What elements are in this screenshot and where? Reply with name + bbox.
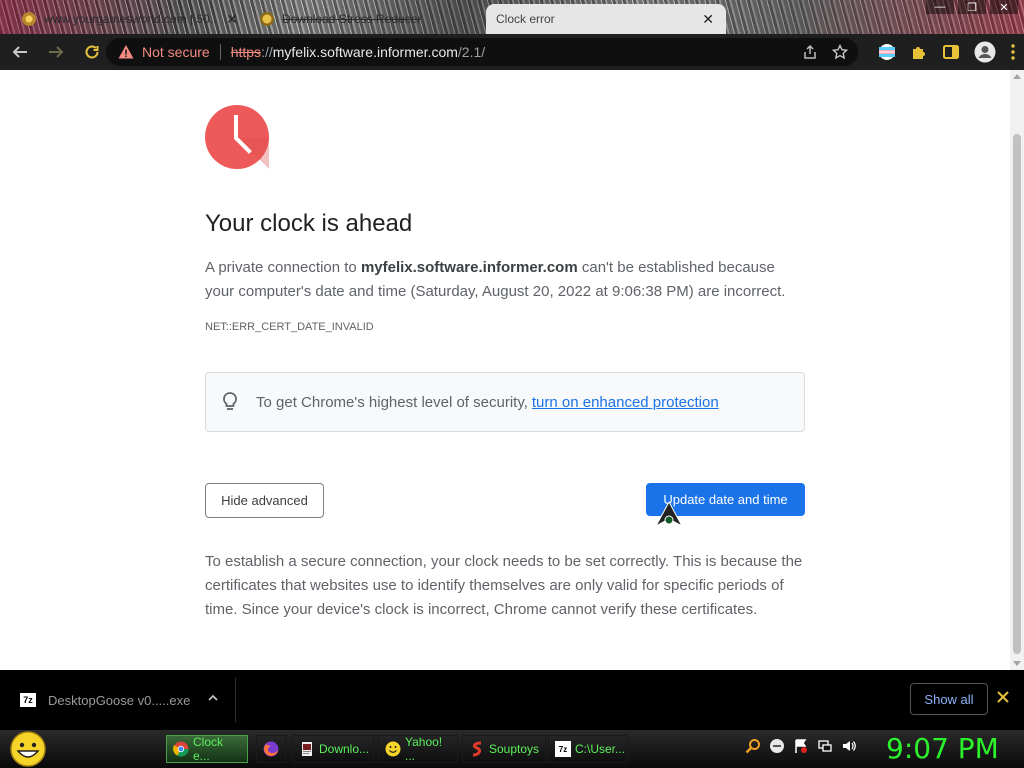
tab-strip: www.yourgamesworld.com | 50... ✕ Downloa… — [0, 0, 1024, 34]
close-tab-icon[interactable]: ✕ — [702, 11, 714, 28]
reload-icon — [85, 45, 99, 59]
reload-button[interactable] — [76, 36, 108, 68]
download-item[interactable]: 7z DesktopGoose v0.....exe — [0, 678, 236, 722]
enhanced-protection-promo: To get Chrome's highest level of securit… — [205, 372, 805, 432]
network-icon[interactable] — [817, 738, 833, 754]
hide-advanced-button[interactable]: Hide advanced — [205, 483, 324, 518]
action-center-flag-icon[interactable] — [793, 738, 809, 754]
close-download-bar-icon[interactable] — [996, 690, 1010, 704]
explanation-host: myfelix.software.informer.com — [360, 259, 578, 276]
enhanced-protection-link[interactable]: turn on enhanced protection — [532, 394, 719, 411]
task-label: Downlo... — [319, 742, 370, 756]
tab-title: Clock error — [496, 12, 555, 26]
mouse-cursor-icon — [654, 500, 684, 528]
chevron-up-icon[interactable] — [207, 692, 219, 704]
advanced-details: To establish a secure connection, your c… — [205, 553, 803, 618]
souptoys-icon — [472, 741, 482, 757]
browser-toolbar: Not secure https :// myfelix.software.in… — [0, 34, 1024, 70]
download-bar: 7z DesktopGoose v0.....exe Show all — [0, 670, 1024, 730]
explanation-prefix: A private connection to — [205, 259, 361, 276]
tab-title: www.yourgamesworld.com | 50... — [44, 12, 217, 26]
show-all-downloads-button[interactable]: Show all — [910, 683, 988, 715]
taskbar-item-download[interactable]: Downlo... — [292, 735, 374, 763]
protection-text: To get Chrome's highest level of securit… — [256, 393, 528, 411]
error-page: Your clock is ahead A private connection… — [0, 70, 1024, 670]
address-bar[interactable]: Not secure https :// myfelix.software.in… — [106, 38, 858, 66]
system-tray — [745, 738, 857, 754]
taskbar-item-yahoo[interactable]: Yahoo! ... — [378, 735, 458, 763]
maximize-icon[interactable]: ❐ — [958, 0, 986, 14]
start-smiley-icon[interactable] — [8, 731, 48, 767]
tab-title: Download Stress Reducer — [282, 12, 422, 26]
window-controls: — ❐ ✕ — [926, 0, 1018, 14]
url-host: myfelix.software.informer.com — [272, 44, 458, 60]
profile-avatar-icon[interactable] — [974, 41, 996, 63]
7zip-icon: 7z — [20, 693, 36, 707]
security-status-label[interactable]: Not secure — [142, 44, 210, 60]
profile-flag-icon[interactable] — [878, 43, 896, 61]
lightbulb-icon — [223, 392, 237, 410]
back-arrow-icon — [12, 46, 27, 58]
forward-arrow-icon — [49, 46, 64, 58]
7zip-icon: 7z — [555, 741, 571, 757]
document-icon — [302, 742, 312, 756]
search-magnifier-icon[interactable] — [745, 738, 761, 754]
divider — [219, 44, 221, 60]
menu-kebab-icon[interactable] — [1010, 43, 1016, 61]
chrome-icon — [173, 741, 189, 757]
tab-download-stress-reducer[interactable]: Download Stress Reducer — [250, 4, 484, 34]
smiley-icon — [385, 741, 401, 757]
tab-clock-error[interactable]: Clock error ✕ — [486, 4, 726, 34]
taskbar-clock[interactable]: 9:07 PM — [886, 732, 999, 765]
scroll-up-icon[interactable] — [1013, 74, 1021, 79]
tab-yourgamesworld[interactable]: www.yourgamesworld.com | 50... ✕ — [12, 4, 248, 34]
bookmark-star-icon[interactable] — [832, 44, 848, 60]
url-scheme: https — [230, 44, 262, 60]
scroll-down-icon[interactable] — [1013, 661, 1021, 666]
taskbar: Clock e... Downlo... Yahoo! ... Souptoys… — [0, 730, 1024, 768]
download-file-name: DesktopGoose v0.....exe — [48, 692, 191, 708]
url-path: /2.1/ — [457, 44, 486, 60]
taskbar-item-chrome[interactable]: Clock e... — [166, 735, 248, 763]
task-label: Yahoo! ... — [405, 735, 443, 763]
taskbar-item-firefox[interactable] — [256, 735, 286, 763]
task-label: Souptoys — [489, 742, 540, 756]
task-label: C:\User... — [575, 742, 626, 756]
url-scheme-separator: :// — [261, 44, 273, 60]
site-favicon-icon — [22, 12, 36, 26]
scrollbar-thumb[interactable] — [1013, 134, 1021, 654]
chat-icon[interactable] — [769, 738, 785, 754]
error-explanation: A private connection to myfelix.software… — [205, 256, 805, 304]
minimize-icon[interactable]: — — [926, 0, 954, 14]
forward-button[interactable] — [40, 36, 72, 68]
volume-icon[interactable] — [841, 738, 857, 754]
error-code: NET::ERR_CERT_DATE_INVALID — [205, 321, 374, 333]
taskbar-item-7zip[interactable]: 7z C:\User... — [548, 735, 628, 763]
warning-triangle-icon — [118, 45, 134, 59]
back-button[interactable] — [4, 36, 36, 68]
share-icon[interactable] — [802, 44, 818, 60]
task-label: Clock e... — [193, 735, 224, 763]
side-panel-icon[interactable] — [942, 43, 960, 61]
clock-error-icon — [205, 105, 269, 169]
close-window-icon[interactable]: ✕ — [990, 0, 1018, 14]
taskbar-item-souptoys[interactable]: Souptoys — [462, 735, 546, 763]
page-title: Your clock is ahead — [205, 210, 413, 237]
site-favicon-icon — [260, 12, 274, 26]
firefox-icon — [263, 741, 279, 757]
extensions-area — [878, 38, 1016, 66]
page-scrollbar[interactable] — [1010, 70, 1024, 670]
close-tab-icon[interactable]: ✕ — [226, 11, 238, 28]
extensions-puzzle-icon[interactable] — [910, 43, 928, 61]
